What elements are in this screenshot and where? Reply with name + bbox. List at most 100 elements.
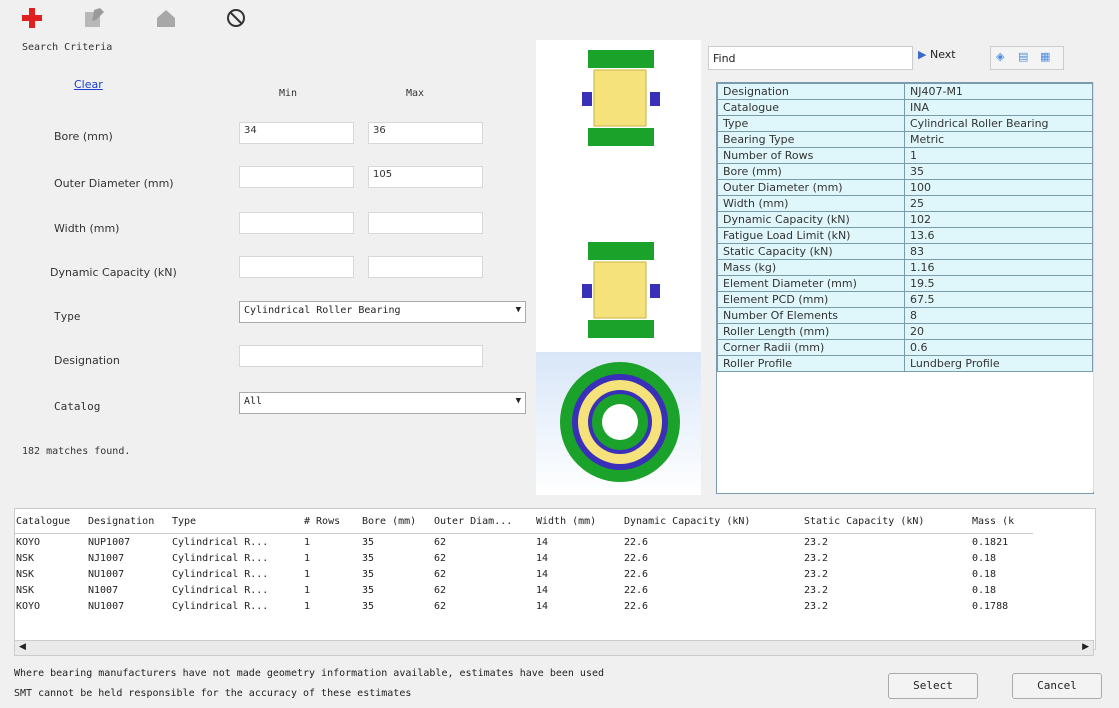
column-header[interactable]: Static Capacity (kN)	[803, 509, 971, 534]
table-cell: 14	[536, 536, 549, 548]
width-max-input[interactable]	[368, 212, 483, 234]
property-name: Number of Rows	[717, 147, 905, 164]
property-row: Element Diameter (mm) 19.5	[717, 275, 1093, 292]
next-button[interactable]: ▶ Next	[918, 48, 956, 61]
table-cell: N1007	[88, 584, 119, 596]
select-button[interactable]: Select	[888, 673, 978, 699]
column-header[interactable]: Width (mm)	[535, 509, 623, 534]
table-cell: 35	[362, 552, 375, 564]
property-name: Static Capacity (kN)	[717, 243, 905, 260]
table-row[interactable]: NSK N1007 Cylindrical R... 1 35 62 14 22.6 23.2 0…	[15, 582, 1033, 598]
property-name: Designation	[717, 83, 905, 100]
property-row: Corner Radii (mm) 0.6	[717, 339, 1093, 356]
scroll-left-icon[interactable]: ◀	[19, 642, 26, 652]
footer-note-2: SMT cannot be held responsible for the a…	[14, 688, 412, 699]
property-row: Outer Diameter (mm) 100	[717, 179, 1093, 196]
table-cell: 35	[362, 536, 375, 548]
next-label: Next	[929, 48, 956, 61]
table-cell: Cylindrical R...	[172, 584, 269, 596]
table-cell: 22.6	[624, 552, 649, 564]
type-select[interactable]: Cylindrical Roller Bearing ▼	[239, 301, 526, 323]
footer-note-1: Where bearing manufacturers have not mad…	[14, 668, 605, 679]
bore-max-input[interactable]: 36	[368, 122, 483, 144]
column-header[interactable]: Mass (k	[971, 509, 1033, 534]
table-cell: NJ1007	[88, 552, 125, 564]
property-row: Bore (mm) 35	[717, 163, 1093, 180]
table-cell: 0.18	[972, 568, 997, 580]
table-cell: 0.1788	[972, 600, 1009, 612]
designation-label: Designation	[54, 354, 120, 367]
add-icon[interactable]	[20, 6, 44, 30]
find-tool-icon[interactable]: ◈	[996, 50, 1004, 63]
property-value: Metric	[904, 131, 1093, 148]
edit-icon[interactable]	[82, 6, 106, 30]
table-cell: 23.2	[804, 584, 829, 596]
property-row: Catalogue INA	[717, 99, 1093, 116]
clear-link[interactable]: Clear	[74, 78, 103, 91]
catalog-select[interactable]: All ▼	[239, 392, 526, 414]
table-cell: NU1007	[88, 568, 125, 580]
table-row[interactable]: KOYO NUP1007 Cylindrical R... 1 35 62 14 22.6 23…	[15, 534, 1033, 551]
column-header[interactable]: Type	[171, 509, 303, 534]
copy-icon[interactable]: ▤	[1018, 50, 1028, 63]
property-row: Fatigue Load Limit (kN) 13.6	[717, 227, 1093, 244]
designation-input[interactable]	[239, 345, 483, 367]
table-row[interactable]: NSK NJ1007 Cylindrical R... 1 35 62 14 22.6 23.2…	[15, 550, 1033, 566]
table-cell: NUP1007	[88, 536, 131, 548]
property-row: Number Of Elements 8	[717, 307, 1093, 324]
column-header[interactable]: Outer Diam...	[433, 509, 535, 534]
table-cell: 23.2	[804, 536, 829, 548]
results-scrollbar[interactable]: ◀ ▶	[14, 640, 1094, 656]
outer-diameter-max-input[interactable]: 105	[368, 166, 483, 188]
bearing-section-image-2	[582, 242, 660, 338]
outer-diameter-min-input[interactable]	[239, 166, 354, 188]
column-header[interactable]: Bore (mm)	[361, 509, 433, 534]
property-row: Bearing Type Metric	[717, 131, 1093, 148]
property-value: 8	[904, 307, 1093, 324]
cancel-button[interactable]: Cancel	[1012, 673, 1102, 699]
table-cell: 35	[362, 584, 375, 596]
column-header[interactable]: # Rows	[303, 509, 361, 534]
property-name: Fatigue Load Limit (kN)	[717, 227, 905, 244]
table-cell: 1	[304, 600, 311, 612]
bore-min-input[interactable]: 34	[239, 122, 354, 144]
find-label: Find	[713, 52, 736, 65]
table-cell: Cylindrical R...	[172, 536, 269, 548]
table-cell: 62	[434, 536, 447, 548]
table-cell: 14	[536, 552, 549, 564]
dynamic-capacity-max-input[interactable]	[368, 256, 483, 278]
catalog-select-value: All	[244, 396, 263, 407]
table-cell: 0.18	[972, 552, 997, 564]
table-cell: 35	[362, 568, 375, 580]
table-cell: NSK	[16, 584, 35, 596]
clear-icon[interactable]	[224, 6, 248, 30]
catalog-label: Catalog	[54, 400, 101, 413]
table-cell: KOYO	[16, 600, 41, 612]
find-input[interactable]: Find	[708, 46, 913, 70]
table-cell: 14	[536, 584, 549, 596]
table-cell: 22.6	[624, 536, 649, 548]
property-name: Element Diameter (mm)	[717, 275, 905, 292]
column-header[interactable]: Catalogue	[15, 509, 87, 534]
table-cell: 1	[304, 536, 311, 548]
property-row: Dynamic Capacity (kN) 102	[717, 211, 1093, 228]
column-header[interactable]: Designation	[87, 509, 171, 534]
dynamic-capacity-min-input[interactable]	[239, 256, 354, 278]
property-row: Width (mm) 25	[717, 195, 1093, 212]
properties-scrollbar[interactable]	[1093, 82, 1110, 492]
bearing-section-image	[582, 50, 660, 146]
table-row[interactable]: NSK NU1007 Cylindrical R... 1 35 62 14 22.6 23.2…	[15, 566, 1033, 582]
property-value: Cylindrical Roller Bearing	[904, 115, 1093, 132]
table-cell: NU1007	[88, 600, 125, 612]
home-icon[interactable]	[154, 6, 178, 30]
width-min-input[interactable]	[239, 212, 354, 234]
scroll-right-icon[interactable]: ▶	[1082, 642, 1089, 652]
property-value: INA	[904, 99, 1093, 116]
column-header[interactable]: Dynamic Capacity (kN)	[623, 509, 803, 534]
property-row: Number of Rows 1	[717, 147, 1093, 164]
export-icon[interactable]: ▦	[1040, 50, 1050, 63]
property-value: NJ407-M1	[904, 83, 1093, 100]
table-row[interactable]: KOYO NU1007 Cylindrical R... 1 35 62 14 22.6 23.…	[15, 598, 1033, 614]
width-label: Width (mm)	[54, 222, 120, 235]
property-row: Designation NJ407-M1	[717, 83, 1093, 100]
